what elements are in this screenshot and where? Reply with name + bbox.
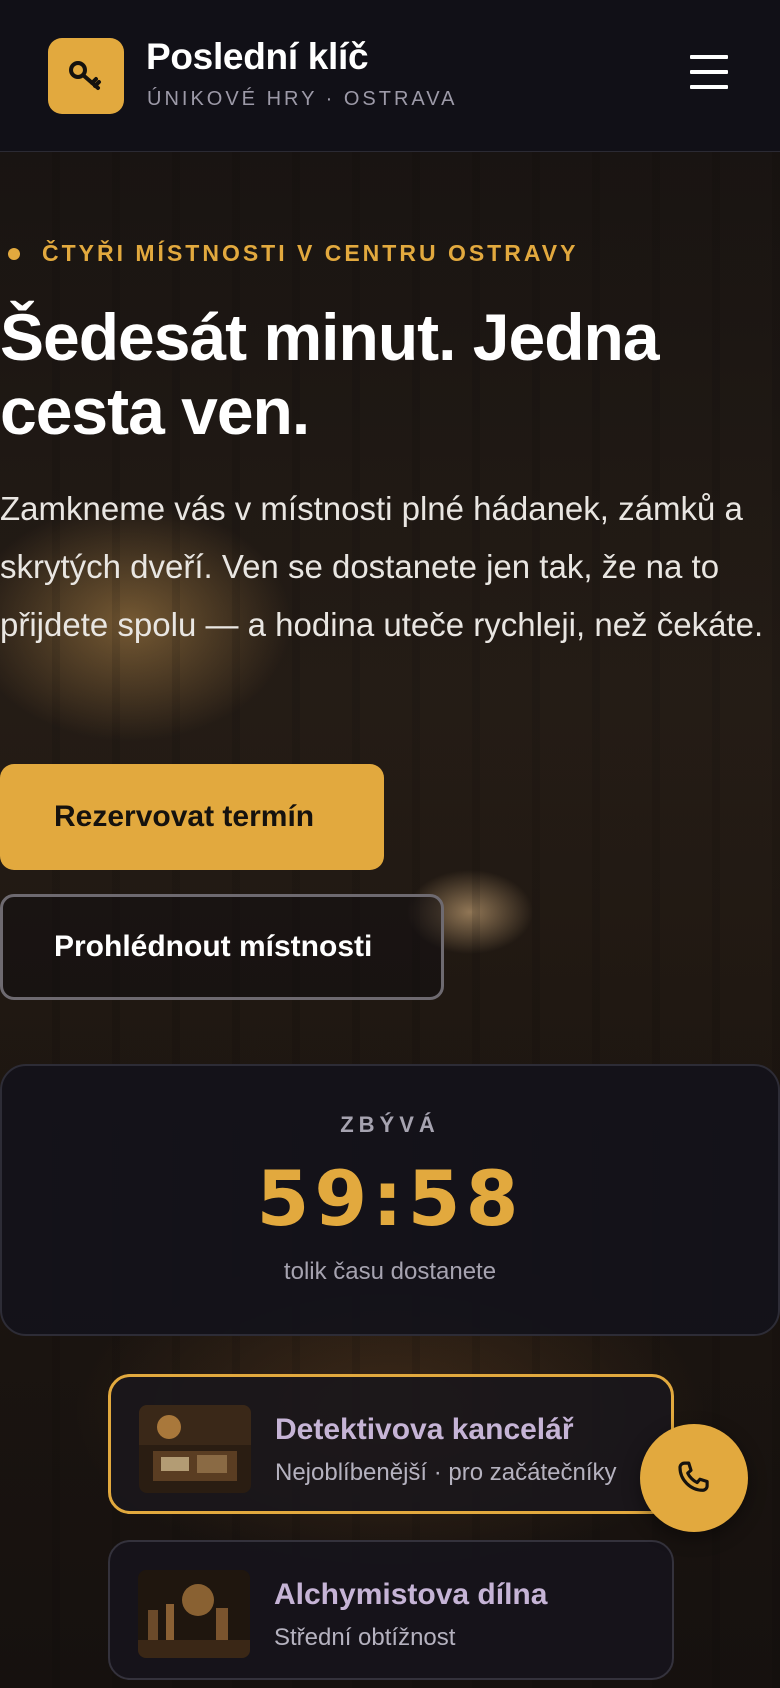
brand-subtitle: ÚNIKOVÉ HRY · OSTRAVA <box>147 88 458 110</box>
eyebrow-text: ČTYŘI MÍSTNOSTI V CENTRU OSTRAVY <box>42 240 579 266</box>
eyebrow-dot-icon <box>8 247 20 260</box>
site-header: Poslední klíč ÚNIKOVÉ HRY · OSTRAVA <box>0 0 780 152</box>
room-card-detective-office[interactable]: Detektivova kancelář Nejoblíbenější · pr… <box>108 1374 674 1514</box>
brand-name[interactable]: Poslední klíč <box>146 36 369 78</box>
room-card-alchemist-workshop[interactable]: Alchymistova dílna Střední obtížnost <box>108 1540 674 1680</box>
hamburger-menu-icon[interactable] <box>690 52 730 92</box>
room-thumbnail <box>139 1405 251 1493</box>
room-subtitle: Střední obtížnost <box>274 1624 456 1651</box>
phone-icon <box>678 1461 709 1492</box>
timer-label: ZBÝVÁ <box>340 1112 440 1137</box>
hero-intro: Zamkneme vás v místnosti plné hádanek, z… <box>0 490 764 643</box>
timer-caption: tolik času dostanete <box>283 1258 497 1285</box>
logo[interactable] <box>48 38 124 114</box>
hero-headline: Šedesát minut. Jedna cesta ven. <box>0 300 660 448</box>
key-icon <box>69 61 101 90</box>
call-button[interactable] <box>640 1424 748 1532</box>
book-slot-button[interactable]: Rezervovat termín <box>0 764 384 870</box>
timer-value: 59:58 <box>256 1154 524 1243</box>
countdown-timer-card: ZBÝVÁ 59:58 tolik času dostanete <box>0 1064 780 1336</box>
room-thumbnail <box>138 1570 250 1658</box>
room-subtitle: Nejoblíbenější · pro začátečníky <box>275 1459 617 1486</box>
room-title: Detektivova kancelář <box>275 1413 574 1446</box>
browse-rooms-button[interactable]: Prohlédnout místnosti <box>0 894 444 1000</box>
room-title: Alchymistova dílna <box>274 1578 548 1611</box>
hero-eyebrow: ČTYŘI MÍSTNOSTI V CENTRU OSTRAVY <box>8 240 578 267</box>
